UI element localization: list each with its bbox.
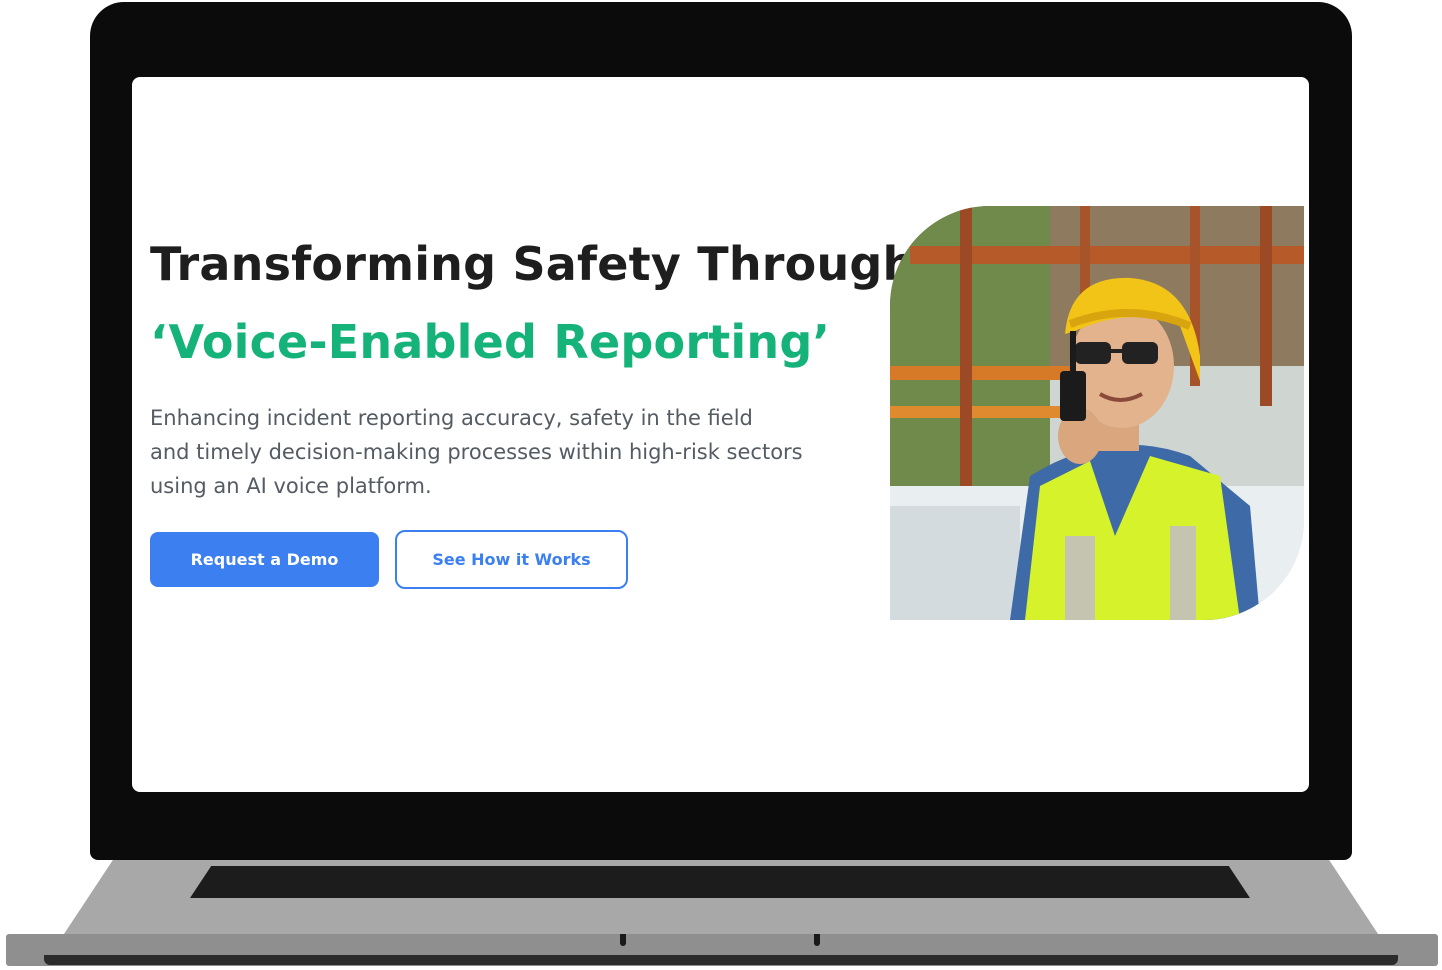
- laptop-base-edge: [44, 955, 1398, 965]
- see-how-it-works-button[interactable]: See How it Works: [395, 530, 628, 589]
- hero-subtitle: Enhancing incident reporting accuracy, s…: [150, 401, 870, 503]
- hero-subtitle-line2: and timely decision-making processes wit…: [150, 440, 803, 464]
- laptop-screen: Transforming Safety Through ‘Voice-Enabl…: [132, 77, 1309, 792]
- hero-title-highlight: ‘Voice-Enabled Reporting’: [150, 315, 831, 369]
- laptop-keyboard: [190, 866, 1250, 898]
- laptop-foot-right: [814, 934, 820, 946]
- request-demo-button[interactable]: Request a Demo: [150, 532, 379, 587]
- laptop-foot-left: [620, 934, 626, 946]
- hero-subtitle-line3: using an AI voice platform.: [150, 474, 432, 498]
- hero-title-line1: Transforming Safety Through: [150, 237, 916, 291]
- hero-subtitle-line1: Enhancing incident reporting accuracy, s…: [150, 406, 753, 430]
- hero-image: [890, 206, 1304, 620]
